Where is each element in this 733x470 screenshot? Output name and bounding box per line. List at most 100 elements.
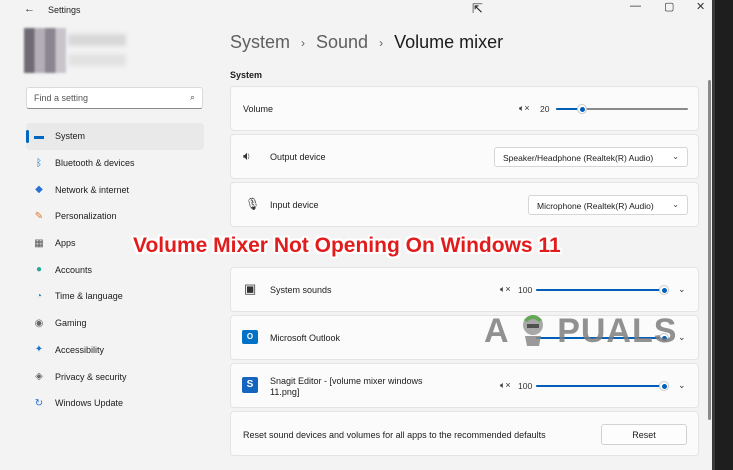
slider-fill [536, 289, 664, 291]
gamepad-icon: ◉ [34, 317, 44, 329]
slider-fill [536, 385, 664, 387]
app-volume-value: 100 [518, 381, 533, 391]
speaker-icon: ▣ [244, 281, 257, 296]
title-bar: ← Settings — ▢ ✕ [0, 0, 712, 20]
appuals-watermark: A PUALS [484, 312, 677, 351]
speaker-icon: 🔉︎ [243, 149, 251, 163]
sidebar-item-time-language[interactable]: ◔ Time & language [26, 283, 204, 310]
volume-slider[interactable] [556, 104, 688, 114]
expand-chevron-icon[interactable]: ⌄ [678, 332, 686, 343]
wifi-icon: ◆ [35, 184, 43, 196]
sidebar-item-gaming[interactable]: ◉ Gaming [26, 310, 204, 337]
sidebar-item-network-internet[interactable]: ◆ Network & internet [26, 176, 204, 203]
sidebar-item-label: Network & internet [55, 184, 130, 195]
output-device-value: Speaker/Headphone (Realtek(R) Audio) [503, 153, 654, 163]
reset-card: Reset sound devices and volumes for all … [230, 411, 699, 456]
search-box[interactable]: Find a setting ⌕ [26, 87, 203, 109]
slider-thumb[interactable] [659, 381, 669, 391]
mouse-cursor-icon: ⇱ [472, 1, 483, 16]
sidebar-item-label: Personalization [55, 211, 117, 222]
avatar[interactable] [24, 28, 66, 73]
person-icon: ● [35, 264, 43, 276]
brush-icon: ✎ [34, 210, 44, 222]
breadcrumb-system[interactable]: System [230, 32, 290, 53]
shield-icon: ◈ [35, 371, 43, 383]
input-device-card: 🎙︎ Input device Microphone (Realtek(R) A… [230, 182, 699, 227]
globe-clock-icon: ◔ [35, 290, 43, 302]
sidebar-item-label: Accounts [55, 264, 93, 275]
sidebar-item-label: Apps [55, 238, 76, 249]
slider-thumb[interactable] [659, 285, 669, 295]
app-volume-slider[interactable] [536, 285, 669, 295]
search-icon: ⌕ [189, 92, 195, 102]
input-device-value: Microphone (Realtek(R) Audio) [537, 201, 654, 211]
settings-window: ← Settings — ▢ ✕ ⇱ Find a setting ⌕ ▬ Sys… [0, 0, 715, 470]
snagit-icon: S [242, 377, 258, 393]
app-card-snagit: S Snagit Editor - [volume mixer windows … [230, 363, 699, 408]
overlay-banner: Volume Mixer Not Opening On Windows 11 [133, 234, 561, 257]
mute-icon[interactable]: 🔈︎× [500, 380, 511, 391]
bluetooth-icon: ᛒ [36, 157, 42, 169]
account-name-blurred [68, 34, 126, 46]
expand-chevron-icon[interactable]: ⌄ [678, 284, 686, 295]
sidebar-item-personalization[interactable]: ✎ Personalization [26, 203, 204, 230]
watermark-left: A [484, 312, 509, 350]
expand-chevron-icon[interactable]: ⌄ [678, 380, 686, 391]
chevron-right-icon: › [301, 35, 306, 50]
monitor-icon: ▬ [34, 130, 44, 142]
output-device-dropdown[interactable]: Speaker/Headphone (Realtek(R) Audio) ⌄ [494, 147, 688, 167]
microphone-icon: 🎙︎ [245, 197, 261, 211]
window-edge [715, 0, 733, 470]
sidebar-item-label: Time & language [55, 291, 123, 302]
sidebar-item-label: Privacy & security [55, 371, 127, 382]
reset-button[interactable]: Reset [601, 424, 687, 445]
sidebar-item-label: Gaming [55, 318, 87, 329]
back-arrow-icon[interactable]: ← [24, 3, 35, 15]
sidebar-item-accounts[interactable]: ● Accounts [26, 256, 204, 283]
app-volume-slider[interactable] [536, 381, 669, 391]
sidebar-item-windows-update[interactable]: ↻ Windows Update [26, 390, 204, 417]
chevron-down-icon: ⌄ [672, 200, 679, 209]
sidebar-item-label: Windows Update [55, 398, 124, 409]
sidebar-item-system[interactable]: ▬ System [26, 123, 204, 150]
input-device-dropdown[interactable]: Microphone (Realtek(R) Audio) ⌄ [528, 195, 688, 215]
search-input[interactable]: Find a setting [34, 93, 88, 103]
app-name: System sounds [270, 285, 332, 295]
system-section-heading: System [230, 70, 263, 80]
update-icon: ↻ [34, 397, 44, 409]
output-device-label: Output device [270, 152, 326, 162]
breadcrumb: System › Sound › Volume mixer [230, 32, 503, 53]
apps-icon: ▦ [34, 237, 44, 249]
watermark-right: PUALS [557, 312, 678, 350]
mute-icon[interactable]: 🔈︎× [500, 284, 511, 295]
scrollbar[interactable] [708, 80, 711, 420]
sidebar-item-label: Accessibility [55, 344, 105, 355]
volume-value: 20 [540, 104, 550, 114]
chevron-down-icon: ⌄ [672, 152, 679, 161]
app-name: Snagit Editor - [volume mixer windows 11… [270, 376, 423, 397]
volume-label: Volume [243, 104, 274, 114]
sidebar-item-accessibility[interactable]: ✦ Accessibility [26, 337, 204, 364]
volume-slider-thumb[interactable] [577, 104, 588, 114]
maximize-button[interactable]: ▢ [664, 0, 674, 13]
sidebar-nav: ▬ System ᛒ Bluetooth & devices ◆ Network & in… [26, 123, 204, 417]
sidebar-item-privacy-security[interactable]: ◈ Privacy & security [26, 363, 204, 390]
accessibility-icon: ✦ [34, 344, 44, 356]
app-name: Microsoft Outlook [270, 333, 341, 343]
account-email-blurred [68, 54, 126, 66]
window-title: Settings [48, 5, 81, 15]
breadcrumb-sound[interactable]: Sound [316, 32, 368, 53]
reset-description: Reset sound devices and volumes for all … [243, 430, 546, 440]
page-title: Volume mixer [394, 32, 504, 52]
app-card-system-sounds: ▣ System sounds 🔈︎× 100 ⌄ [230, 267, 699, 312]
speaker-mute-icon[interactable]: 🔈︎× [519, 103, 530, 114]
sidebar-item-label: Bluetooth & devices [55, 158, 135, 169]
chevron-right-icon: › [379, 35, 384, 50]
volume-card: Volume 🔈︎× 20 [230, 86, 699, 131]
input-device-label: Input device [270, 200, 319, 210]
close-button[interactable]: ✕ [696, 0, 705, 13]
sidebar-item-label: System [55, 131, 86, 142]
minimize-button[interactable]: — [630, 0, 641, 12]
mascot-logo-icon [522, 315, 543, 346]
sidebar-item-bluetooth-devices[interactable]: ᛒ Bluetooth & devices [26, 150, 204, 177]
